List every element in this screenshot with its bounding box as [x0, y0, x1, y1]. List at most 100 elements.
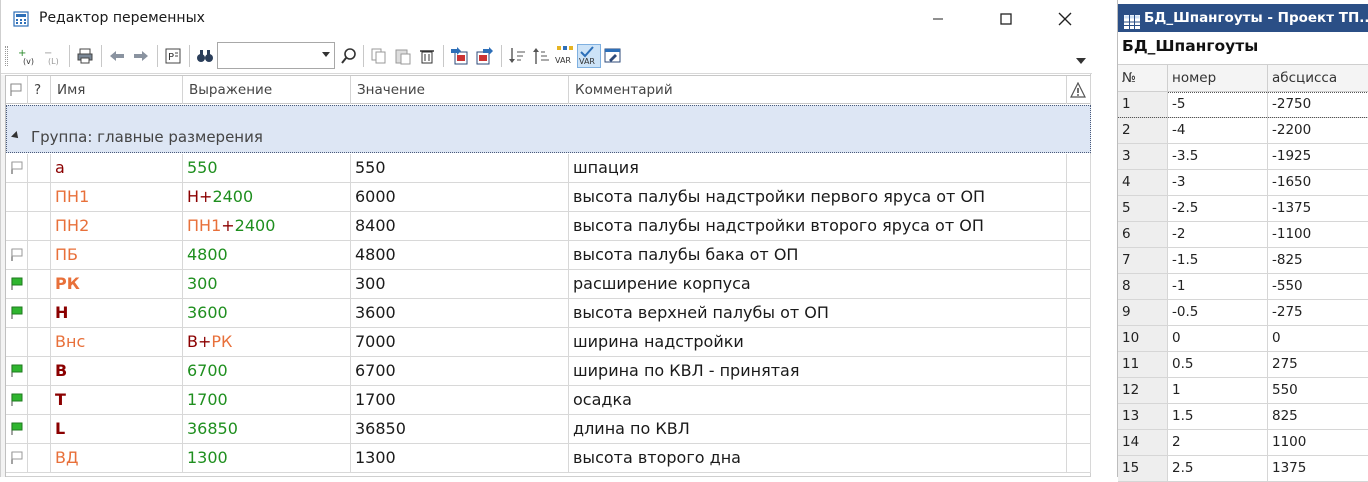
- row-number-cell[interactable]: 7: [1118, 248, 1168, 273]
- column-header-number-sign[interactable]: №: [1118, 65, 1168, 92]
- abscissa-cell[interactable]: -1375: [1268, 196, 1368, 221]
- column-header-frame-number[interactable]: номер: [1168, 65, 1268, 92]
- comment-cell[interactable]: высота палубы бака от ОП: [569, 241, 1067, 269]
- question-cell[interactable]: [28, 212, 51, 240]
- variable-name-cell[interactable]: Т: [51, 386, 183, 414]
- export-button[interactable]: [473, 44, 497, 68]
- flag-cell[interactable]: [6, 270, 28, 298]
- question-cell[interactable]: [28, 357, 51, 385]
- question-cell[interactable]: [28, 444, 51, 472]
- frame-number-cell[interactable]: 2.5: [1168, 456, 1268, 481]
- delete-variable-button[interactable]: − (L): [41, 44, 65, 68]
- abscissa-cell[interactable]: -2750: [1268, 92, 1368, 117]
- abscissa-cell[interactable]: -550: [1268, 274, 1368, 299]
- variable-name-cell[interactable]: L: [51, 415, 183, 443]
- question-cell[interactable]: [28, 328, 51, 356]
- table-row[interactable]: 1 -5 -2750: [1118, 92, 1368, 118]
- expression-cell[interactable]: 6700: [183, 357, 351, 385]
- frame-number-cell[interactable]: -3.5: [1168, 144, 1268, 169]
- table-row[interactable]: ПН1 Н+2400 6000 высота палубы надстройки пе…: [6, 183, 1091, 212]
- print-button[interactable]: [73, 44, 97, 68]
- table-row[interactable]: 14 2 1100: [1118, 430, 1368, 456]
- row-number-cell[interactable]: 1: [1118, 92, 1168, 117]
- question-cell[interactable]: [28, 183, 51, 211]
- frame-number-cell[interactable]: -2.5: [1168, 196, 1268, 221]
- expression-cell[interactable]: ПН1+2400: [183, 212, 351, 240]
- toolbar-grip[interactable]: [5, 46, 8, 66]
- row-number-cell[interactable]: 15: [1118, 456, 1168, 481]
- search-combobox[interactable]: [217, 42, 335, 69]
- table-row[interactable]: 3 -3.5 -1925: [1118, 144, 1368, 170]
- table-row[interactable]: Внс В+РК 7000 ширина надстройки: [6, 328, 1091, 357]
- search-button[interactable]: [337, 44, 361, 68]
- frame-number-cell[interactable]: -1: [1168, 274, 1268, 299]
- variable-name-cell[interactable]: ВД: [51, 444, 183, 472]
- expression-cell[interactable]: Н+2400: [183, 183, 351, 211]
- table-row[interactable]: 13 1.5 825: [1118, 404, 1368, 430]
- table-row[interactable]: 5 -2.5 -1375: [1118, 196, 1368, 222]
- abscissa-cell[interactable]: -1650: [1268, 170, 1368, 195]
- flag-cell[interactable]: [6, 386, 28, 414]
- row-number-cell[interactable]: 11: [1118, 352, 1168, 377]
- find-button[interactable]: [193, 44, 217, 68]
- comment-cell[interactable]: расширение корпуса: [569, 270, 1067, 298]
- frame-number-cell[interactable]: -2: [1168, 222, 1268, 247]
- question-cell[interactable]: [28, 270, 51, 298]
- close-button[interactable]: [1042, 0, 1088, 38]
- row-number-cell[interactable]: 2: [1118, 118, 1168, 143]
- expression-cell[interactable]: 1300: [183, 444, 351, 472]
- comment-cell[interactable]: шпация: [569, 154, 1067, 182]
- comment-cell[interactable]: высота палубы надстройки первого яруса о…: [569, 183, 1067, 211]
- variable-name-cell[interactable]: РК: [51, 270, 183, 298]
- row-number-cell[interactable]: 10: [1118, 326, 1168, 351]
- check-var-button[interactable]: VAR: [577, 44, 601, 68]
- frame-number-cell[interactable]: 0: [1168, 326, 1268, 351]
- variable-name-cell[interactable]: a: [51, 154, 183, 182]
- column-header-expression[interactable]: Выражение: [183, 76, 351, 104]
- maximize-button[interactable]: [983, 0, 1029, 38]
- expression-cell[interactable]: 550: [183, 154, 351, 182]
- import-button[interactable]: [447, 44, 471, 68]
- copy-button[interactable]: [367, 44, 391, 68]
- sort-descending-button[interactable]: [505, 44, 529, 68]
- column-header-question[interactable]: ?: [28, 76, 51, 104]
- question-cell[interactable]: [28, 415, 51, 443]
- sort-ascending-button[interactable]: [529, 44, 553, 68]
- row-number-cell[interactable]: 9: [1118, 300, 1168, 325]
- row-number-cell[interactable]: 3: [1118, 144, 1168, 169]
- frame-number-cell[interactable]: -1.5: [1168, 248, 1268, 273]
- comment-cell[interactable]: ширина надстройки: [569, 328, 1067, 356]
- expression-cell[interactable]: 3600: [183, 299, 351, 327]
- flag-cell[interactable]: [6, 299, 28, 327]
- table-row[interactable]: 4 -3 -1650: [1118, 170, 1368, 196]
- toolbar-overflow-icon[interactable]: [1076, 58, 1086, 64]
- table-row[interactable]: 8 -1 -550: [1118, 274, 1368, 300]
- row-number-cell[interactable]: 8: [1118, 274, 1168, 299]
- variable-name-cell[interactable]: ПН1: [51, 183, 183, 211]
- table-row[interactable]: ПН2 ПН1+2400 8400 высота палубы надстройки …: [6, 212, 1091, 241]
- expression-cell[interactable]: 36850: [183, 415, 351, 443]
- abscissa-cell[interactable]: 275: [1268, 352, 1368, 377]
- abscissa-cell[interactable]: 0: [1268, 326, 1368, 351]
- variable-name-cell[interactable]: ПН2: [51, 212, 183, 240]
- question-cell[interactable]: [28, 299, 51, 327]
- question-cell[interactable]: [28, 386, 51, 414]
- comment-cell[interactable]: длина по КВЛ: [569, 415, 1067, 443]
- table-row[interactable]: 2 -4 -2200: [1118, 118, 1368, 144]
- variable-name-cell[interactable]: Внс: [51, 328, 183, 356]
- settings-panel-button[interactable]: [601, 44, 625, 68]
- expression-cell[interactable]: В+РК: [183, 328, 351, 356]
- table-row[interactable]: 7 -1.5 -825: [1118, 248, 1368, 274]
- comment-cell[interactable]: ширина по КВЛ - принятая: [569, 357, 1067, 385]
- table-row[interactable]: 12 1 550: [1118, 378, 1368, 404]
- table-row[interactable]: В 6700 6700 ширина по КВЛ - принятая: [6, 357, 1091, 386]
- column-header-value[interactable]: Значение: [351, 76, 569, 104]
- abscissa-cell[interactable]: -275: [1268, 300, 1368, 325]
- column-header-flag[interactable]: [6, 76, 28, 104]
- frame-number-cell[interactable]: 0.5: [1168, 352, 1268, 377]
- abscissa-cell[interactable]: -1925: [1268, 144, 1368, 169]
- abscissa-cell[interactable]: -2200: [1268, 118, 1368, 143]
- variable-name-cell[interactable]: В: [51, 357, 183, 385]
- minimize-button[interactable]: [915, 0, 961, 38]
- row-number-cell[interactable]: 14: [1118, 430, 1168, 455]
